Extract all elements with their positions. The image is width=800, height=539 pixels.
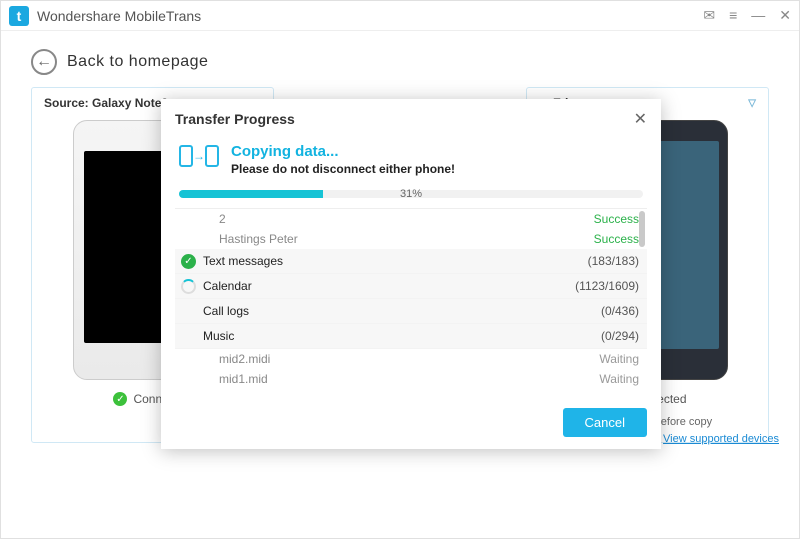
copying-title: Copying data... (231, 143, 455, 160)
progress-percent: 31% (400, 188, 422, 200)
list-category: Call logs (0/436) (175, 299, 647, 324)
back-arrow-icon: ← (31, 49, 57, 75)
copying-subtitle: Please do not disconnect either phone! (231, 162, 455, 176)
close-icon[interactable]: ✕ (634, 109, 647, 129)
list-item: 2 Success (175, 209, 647, 229)
feedback-icon[interactable]: ✉ (703, 7, 715, 24)
back-label: Back to homepage (67, 53, 208, 71)
spinner-icon (181, 279, 196, 294)
app-logo-icon: t (9, 6, 29, 26)
close-window-icon[interactable]: ✕ (779, 7, 791, 24)
list-item: mid1.mid Waiting (175, 369, 647, 388)
progress-bar: 31% (179, 190, 643, 198)
minimize-icon[interactable]: — (751, 7, 765, 24)
phone-transfer-icon: → (179, 145, 219, 167)
transfer-list: 2 Success Hastings Peter Success ✓ Text … (175, 208, 647, 388)
menu-icon[interactable]: ≡ (729, 7, 737, 24)
android-icon: ROID (657, 231, 707, 291)
cancel-button[interactable]: Cancel (563, 408, 647, 437)
titlebar: t Wondershare MobileTrans ✉ ≡ — ✕ (1, 1, 799, 31)
source-label: Source: Galaxy Note3 (44, 96, 168, 110)
transfer-progress-dialog: Transfer Progress ✕ → Copying data... Pl… (161, 99, 661, 449)
check-icon: ✓ (113, 392, 127, 406)
back-to-homepage-button[interactable]: ← Back to homepage (21, 41, 779, 87)
list-item: Hastings Peter Success (175, 229, 647, 249)
list-category: Music (0/294) (175, 324, 647, 349)
dialog-title: Transfer Progress (175, 111, 295, 127)
list-category: Calendar (1123/1609) (175, 274, 647, 299)
chevron-down-icon[interactable]: ▽ (748, 98, 756, 109)
list-category: ✓ Text messages (183/183) (175, 249, 647, 274)
app-title: Wondershare MobileTrans (37, 8, 703, 24)
supported-devices-link[interactable]: View supported devices (663, 433, 779, 445)
success-icon: ✓ (181, 254, 196, 269)
list-item: mid2.midi Waiting (175, 349, 647, 369)
